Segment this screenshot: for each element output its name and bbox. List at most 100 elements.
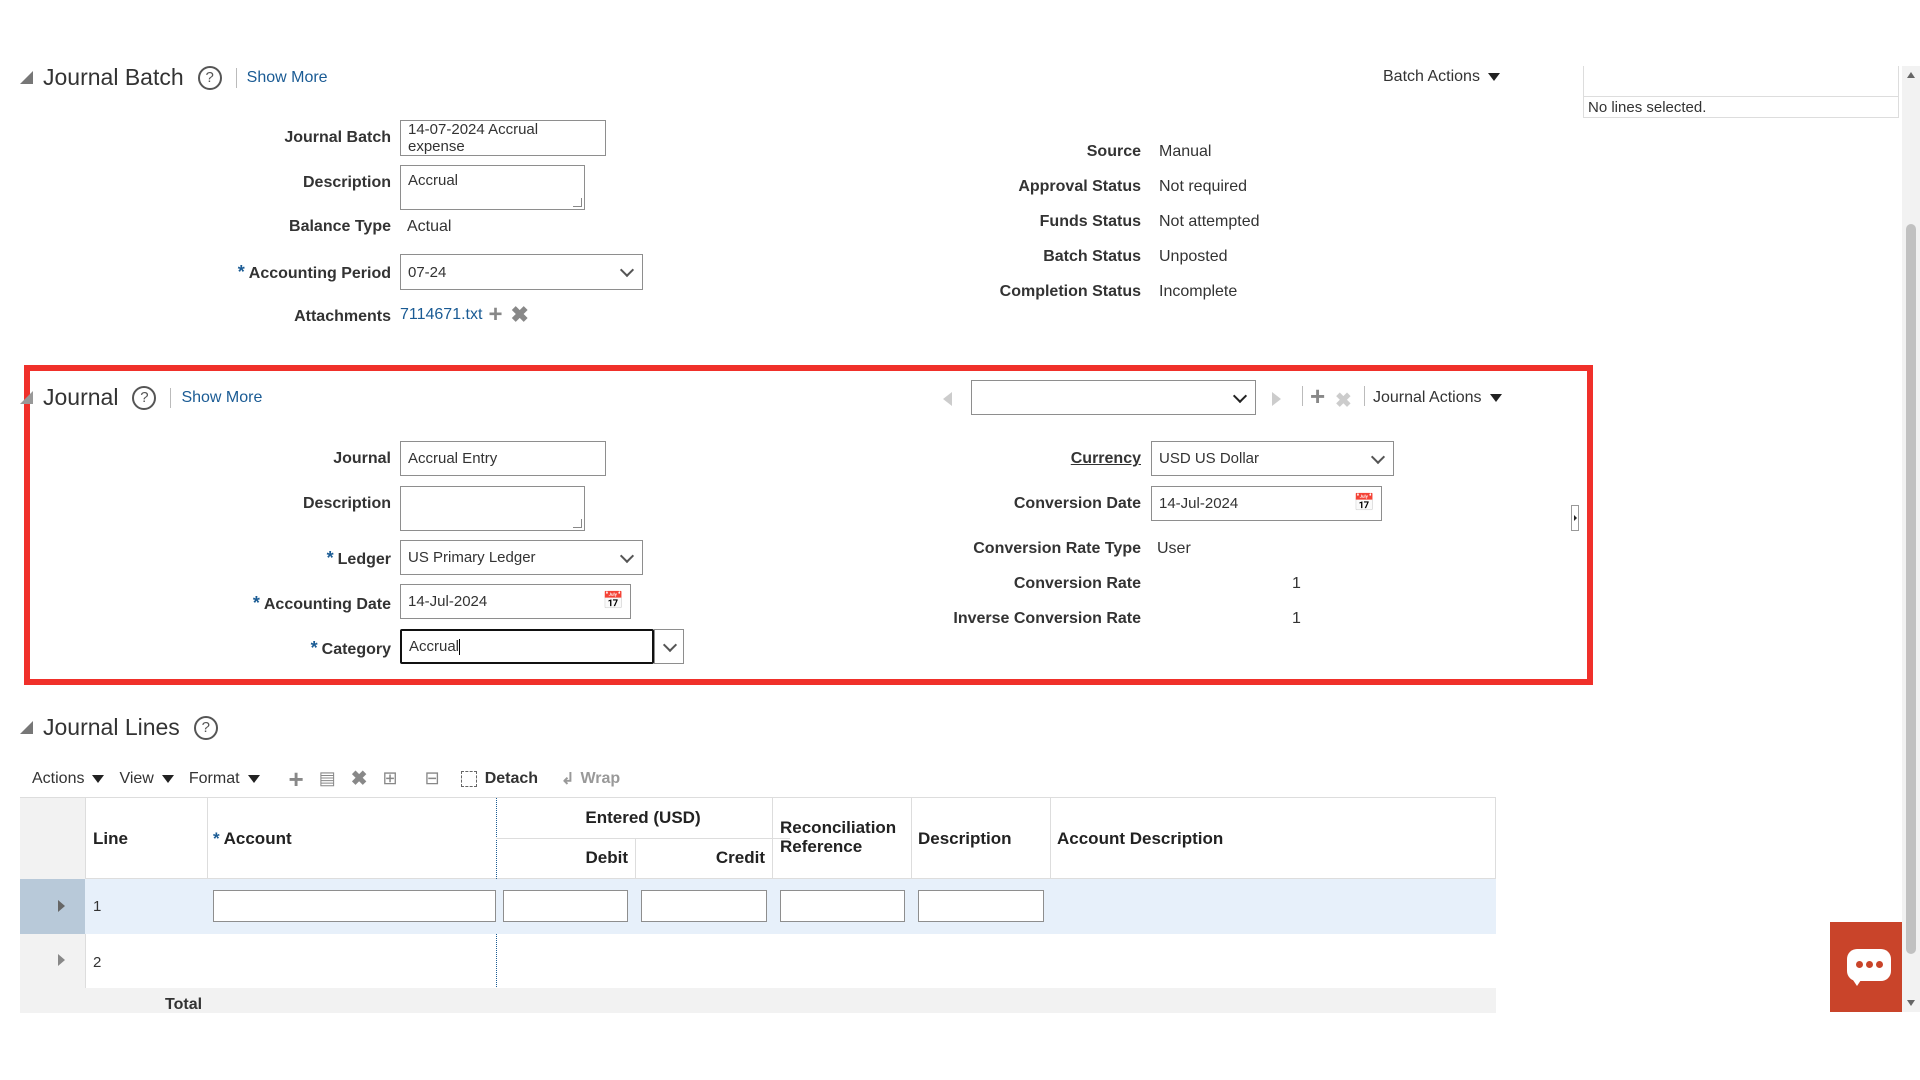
col-credit[interactable]: Credit	[635, 848, 765, 868]
caret-down-icon	[247, 774, 260, 783]
delete-journal-icon[interactable]: ✖	[1335, 388, 1352, 413]
duplicate-row-icon[interactable]: ▤	[319, 768, 336, 789]
description-input[interactable]	[918, 890, 1044, 922]
view-menu[interactable]: View	[119, 769, 174, 788]
conversion-rate-value: 1	[1292, 575, 1301, 592]
currency-label[interactable]: Currency	[950, 450, 1141, 468]
col-description[interactable]: Description	[918, 829, 1012, 849]
chevron-down-icon	[619, 548, 635, 563]
row-selector[interactable]	[20, 879, 85, 934]
calendar-icon[interactable]: 📅	[1354, 493, 1375, 513]
category-dropdown-button[interactable]	[654, 629, 684, 664]
currency-value: USD US Dollar	[1159, 450, 1260, 467]
completion-status-label: Completion Status	[999, 283, 1141, 300]
source-value: Manual	[1159, 143, 1212, 160]
actions-menu[interactable]: Actions	[32, 770, 105, 788]
collapse-triangle-icon[interactable]	[20, 721, 33, 734]
ledger-label: * Ledger	[200, 548, 391, 569]
collapse-triangle-icon[interactable]	[20, 391, 33, 404]
attachment-link[interactable]: 7114671.txt	[400, 306, 482, 324]
conversion-rate-label: Conversion Rate	[1013, 575, 1141, 592]
divider	[1302, 386, 1303, 406]
spreadsheet-icon[interactable]: ⊞	[383, 768, 398, 789]
account-input[interactable]	[213, 890, 496, 922]
table-row[interactable]: 1	[20, 879, 1496, 934]
scrollbar-thumb[interactable]	[1906, 224, 1916, 954]
format-menu[interactable]: Format	[189, 770, 260, 788]
entered-subheader-divider	[496, 838, 790, 839]
category-label: * Category	[200, 638, 391, 659]
delete-icon[interactable]: ✖	[510, 304, 528, 326]
expand-row-icon[interactable]	[58, 954, 65, 966]
resize-grip-icon[interactable]	[573, 519, 582, 528]
help-icon[interactable]: ?	[197, 65, 222, 90]
next-journal-icon[interactable]	[1272, 392, 1281, 406]
lines-toolbar: Actions View Format + ▤ ✖ ⊞ ⊟ Detach ↲ Wr…	[32, 766, 620, 792]
journal-title: Journal	[43, 384, 119, 410]
delete-row-icon[interactable]: ✖	[351, 766, 368, 791]
scroll-down-icon[interactable]	[1907, 1000, 1915, 1006]
expand-row-icon[interactable]	[58, 900, 65, 912]
divider	[1364, 386, 1365, 406]
collapse-triangle-icon[interactable]	[20, 71, 33, 84]
category-input[interactable]: Accrual	[400, 629, 654, 664]
add-row-icon[interactable]: +	[289, 766, 304, 792]
detach-button[interactable]: Detach	[460, 769, 539, 788]
batch-description-label: Description	[302, 174, 391, 191]
panel-splitter-handle[interactable]	[1571, 505, 1579, 531]
view-menu-label: View	[119, 769, 154, 787]
journal-show-more-link[interactable]: Show More	[181, 389, 262, 407]
journal-actions-menu[interactable]: Journal Actions	[1373, 389, 1502, 407]
wrap-icon: ↲	[561, 770, 575, 788]
table-row[interactable]: 2	[20, 934, 1496, 989]
show-more-link[interactable]: Show More	[247, 69, 328, 87]
total-label: Total	[165, 996, 203, 1013]
col-debit[interactable]: Debit	[496, 848, 629, 868]
freeze-icon[interactable]: ⊟	[425, 768, 440, 789]
currency-select[interactable]: USD US Dollar	[1151, 441, 1394, 476]
batch-description-textarea[interactable]: Accrual	[400, 165, 585, 210]
detach-label: Detach	[484, 769, 539, 787]
required-icon: *	[237, 262, 245, 282]
chat-bubble-icon	[1847, 949, 1891, 986]
category-label-text: Category	[321, 641, 391, 658]
wrap-button[interactable]: ↲ Wrap	[561, 769, 620, 789]
wrap-label: Wrap	[580, 769, 621, 787]
col-account-description[interactable]: Account Description	[1057, 829, 1223, 849]
help-icon[interactable]: ?	[132, 385, 157, 410]
add-icon[interactable]: +	[488, 303, 502, 327]
scroll-up-icon[interactable]	[1907, 72, 1915, 78]
batch-actions-menu[interactable]: Batch Actions	[1383, 68, 1500, 86]
selection-panel: No lines selected.	[1583, 66, 1899, 118]
required-icon: *	[310, 638, 318, 658]
credit-input[interactable]	[641, 890, 767, 922]
calendar-icon[interactable]: 📅	[603, 591, 624, 611]
journal-description-textarea[interactable]	[400, 486, 585, 531]
journal-lines-header: Journal Lines ?	[20, 714, 218, 741]
accounting-date-input[interactable]: 14-Jul-2024 📅	[400, 584, 631, 619]
add-journal-icon[interactable]: +	[1310, 383, 1325, 409]
column-divider	[207, 798, 208, 878]
col-line[interactable]: Line	[93, 829, 128, 849]
chevron-down-icon	[619, 262, 635, 278]
ledger-select[interactable]: US Primary Ledger	[400, 540, 643, 575]
chat-button[interactable]	[1830, 922, 1902, 1012]
column-divider	[1050, 798, 1051, 878]
vertical-scrollbar[interactable]	[1902, 66, 1920, 1012]
journal-batch-input[interactable]: 14-07-2024 Accrual expense	[400, 120, 606, 156]
help-icon[interactable]: ?	[193, 715, 218, 740]
resize-grip-icon[interactable]	[573, 198, 582, 207]
col-account[interactable]: * Account	[213, 829, 292, 849]
journal-name-label: Journal	[333, 450, 391, 467]
journal-name-input[interactable]: Accrual Entry	[400, 441, 606, 476]
journal-selector[interactable]	[971, 380, 1256, 415]
attachments-label: Attachments	[294, 308, 391, 325]
conversion-date-input[interactable]: 14-Jul-2024 📅	[1151, 486, 1382, 521]
inverse-conversion-rate-label: Inverse Conversion Rate	[953, 610, 1141, 627]
debit-input[interactable]	[503, 890, 628, 922]
reconciliation-reference-input[interactable]	[780, 890, 905, 922]
col-reconciliation-reference[interactable]: Reconciliation Reference	[780, 818, 905, 856]
text-cursor	[459, 638, 461, 655]
previous-journal-icon[interactable]	[943, 392, 952, 406]
accounting-period-select[interactable]: 07-24	[400, 254, 643, 290]
